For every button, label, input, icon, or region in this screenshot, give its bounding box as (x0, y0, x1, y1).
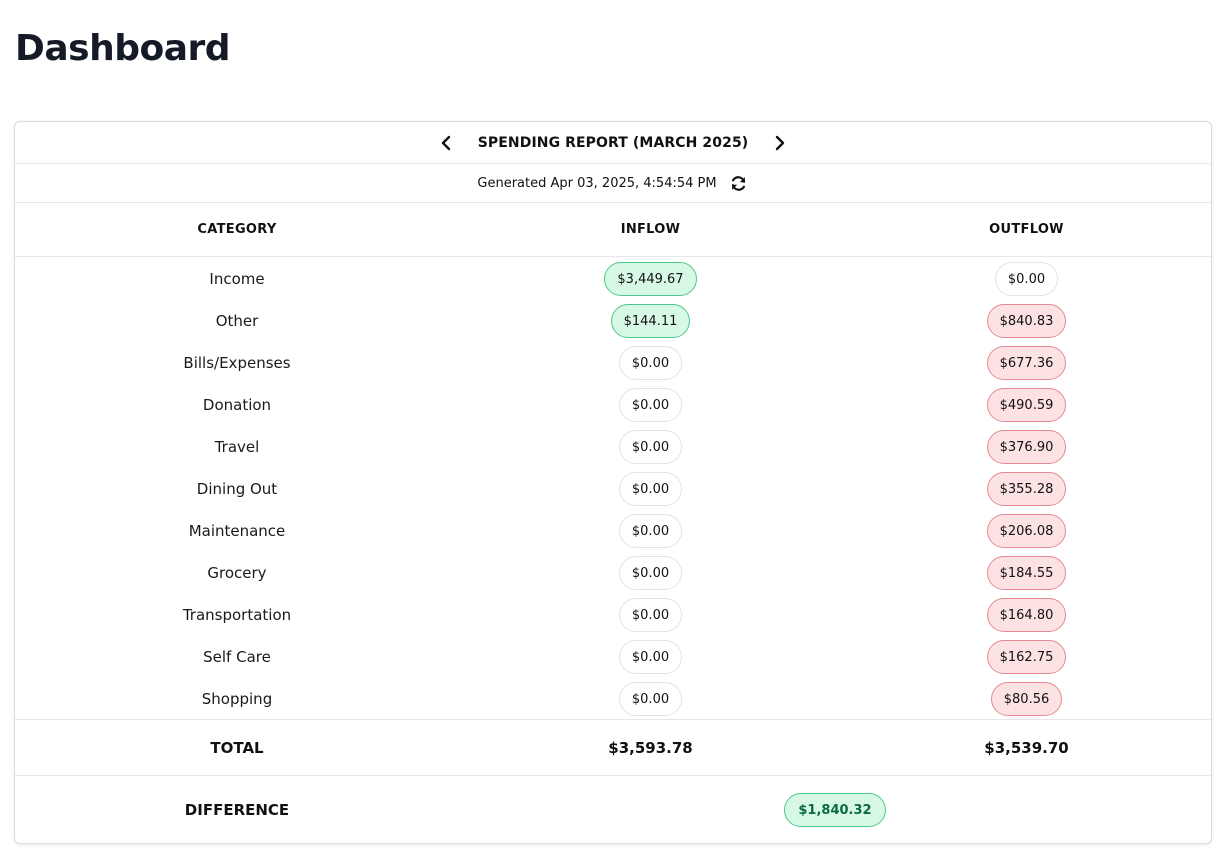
report-title: SPENDING REPORT (MARCH 2025) (477, 134, 749, 151)
inflow-pill: $0.00 (618, 598, 683, 632)
category-label: Shopping (201, 690, 273, 708)
chevron-left-icon (441, 135, 450, 150)
outflow-pill: $164.80 (986, 598, 1067, 632)
outflow-pill: $162.75 (986, 640, 1067, 674)
column-header-category: CATEGORY (197, 222, 277, 237)
table-row: Donation $0.00 $490.59 (15, 384, 1211, 426)
table-row: Travel $0.00 $376.90 (15, 426, 1211, 468)
inflow-pill: $3,449.67 (604, 262, 697, 296)
page-title: Dashboard (15, 28, 231, 69)
table-row: Self Care $0.00 $162.75 (15, 636, 1211, 678)
total-inflow: $3,593.78 (608, 738, 693, 757)
category-label: Bills/Expenses (183, 354, 291, 372)
table-row: Shopping $0.00 $80.56 (15, 678, 1211, 720)
refresh-button[interactable] (729, 173, 749, 193)
category-label: Other (215, 312, 259, 330)
category-label: Income (209, 270, 265, 288)
outflow-pill: $355.28 (986, 472, 1067, 506)
category-label: Self Care (203, 648, 271, 666)
outflow-pill: $0.00 (994, 262, 1059, 296)
outflow-pill: $840.83 (986, 304, 1067, 338)
total-label: TOTAL (210, 738, 264, 757)
table-row: Transportation $0.00 $164.80 (15, 594, 1211, 636)
column-header-inflow: INFLOW (620, 222, 681, 237)
difference-row: DIFFERENCE $1,840.32 (15, 776, 1211, 844)
table-row: Dining Out $0.00 $355.28 (15, 468, 1211, 510)
inflow-pill: $0.00 (618, 682, 683, 716)
table-row: Maintenance $0.00 $206.08 (15, 510, 1211, 552)
prev-month-button[interactable] (432, 129, 460, 157)
table-header-row: CATEGORY INFLOW OUTFLOW (15, 203, 1211, 257)
inflow-pill: $0.00 (618, 346, 683, 380)
difference-pill: $1,840.32 (784, 793, 886, 827)
generated-timestamp-row: Generated Apr 03, 2025, 4:54:54 PM (15, 164, 1211, 203)
chevron-right-icon (776, 135, 785, 150)
generated-timestamp: Generated Apr 03, 2025, 4:54:54 PM (477, 175, 717, 191)
category-label: Donation (202, 396, 272, 414)
table-row: Grocery $0.00 $184.55 (15, 552, 1211, 594)
difference-label: DIFFERENCE (184, 801, 290, 819)
outflow-pill: $184.55 (986, 556, 1067, 590)
column-header-outflow: OUTFLOW (989, 222, 1064, 237)
category-label: Travel (214, 438, 260, 456)
category-label: Maintenance (188, 522, 286, 540)
category-label: Dining Out (196, 480, 278, 498)
table-row: Income $3,449.67 $0.00 (15, 258, 1211, 300)
report-header: SPENDING REPORT (MARCH 2025) (15, 122, 1211, 164)
total-row: TOTAL $3,593.78 $3,539.70 (15, 719, 1211, 776)
total-outflow: $3,539.70 (984, 738, 1069, 757)
outflow-pill: $490.59 (986, 388, 1067, 422)
inflow-pill: $0.00 (618, 556, 683, 590)
inflow-pill: $0.00 (618, 472, 683, 506)
inflow-pill: $0.00 (618, 640, 683, 674)
table-body: Income $3,449.67 $0.00 Other $144.11 $84… (15, 258, 1211, 720)
outflow-pill: $80.56 (990, 682, 1063, 716)
outflow-pill: $376.90 (986, 430, 1067, 464)
outflow-pill: $677.36 (986, 346, 1067, 380)
inflow-pill: $0.00 (618, 430, 683, 464)
inflow-pill: $0.00 (618, 388, 683, 422)
table-row: Bills/Expenses $0.00 $677.36 (15, 342, 1211, 384)
spending-report-card: SPENDING REPORT (MARCH 2025) Generated A… (14, 121, 1212, 844)
category-label: Transportation (182, 606, 292, 624)
inflow-pill: $0.00 (618, 514, 683, 548)
outflow-pill: $206.08 (986, 514, 1067, 548)
refresh-icon (731, 175, 746, 191)
category-label: Grocery (207, 564, 267, 582)
inflow-pill: $144.11 (610, 304, 691, 338)
table-row: Other $144.11 $840.83 (15, 300, 1211, 342)
next-month-button[interactable] (766, 129, 794, 157)
